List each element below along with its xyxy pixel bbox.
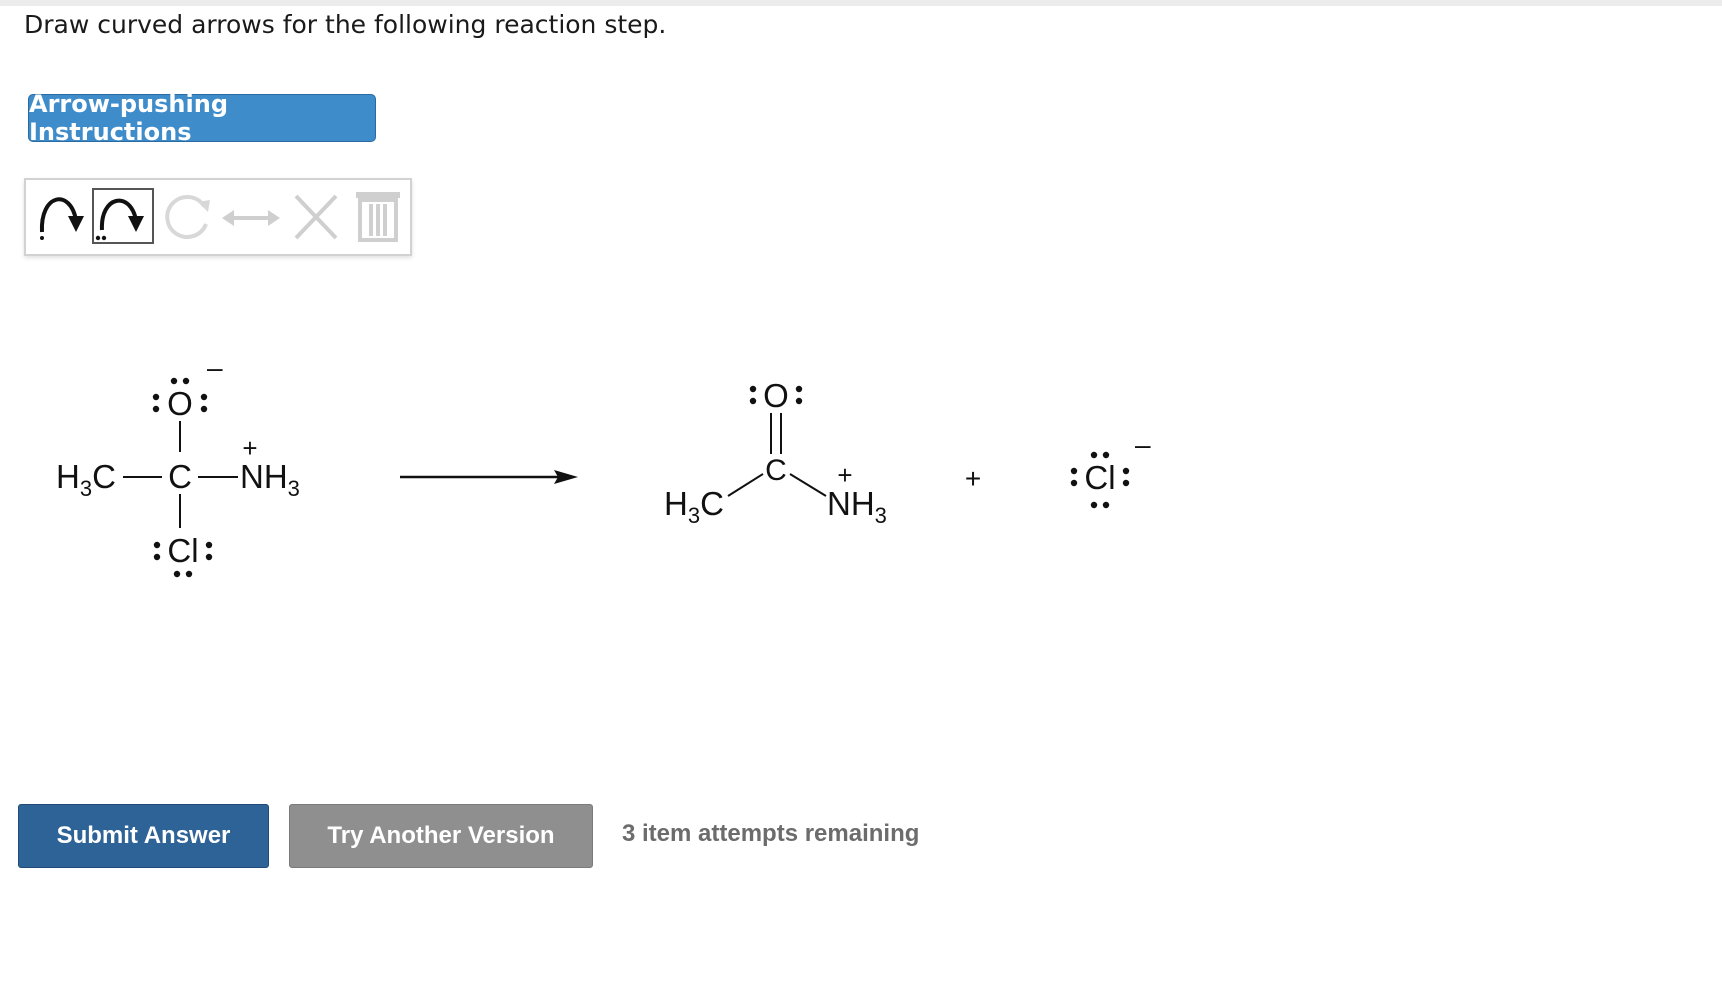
product-ammonium-charge: +	[837, 460, 852, 490]
reactant-oxygen: O	[167, 385, 193, 422]
try-another-version-button[interactable]: Try Another Version	[289, 804, 593, 868]
reactant-methyl: H3C	[56, 458, 116, 501]
product-oxygen: O	[763, 377, 789, 414]
chloride-symbol: Cl	[1084, 459, 1115, 496]
submit-answer-button[interactable]: Submit Answer	[18, 804, 269, 868]
reactant-molecule: O – H3C C NH3 + Cl	[56, 352, 300, 578]
reactant-ammonium: NH3	[240, 458, 300, 501]
chloride-charge: –	[1135, 429, 1151, 460]
reactant-chlorine: Cl	[167, 532, 198, 569]
reactant-oxygen-charge: –	[207, 352, 223, 383]
chloride-ion: Cl –	[1070, 429, 1151, 509]
reaction-arrow	[400, 470, 578, 484]
attempts-remaining-text: 3 item attempts remaining	[622, 820, 920, 847]
product-methyl: H3C	[664, 485, 724, 528]
reactant-ammonium-charge: +	[242, 433, 257, 463]
product-molecule: O C H3C NH3 +	[664, 377, 887, 528]
product-ammonium: NH3	[827, 485, 887, 528]
product-carbon: C	[765, 454, 787, 487]
products-plus-sign: +	[965, 463, 981, 494]
reactant-carbon: C	[168, 458, 192, 495]
